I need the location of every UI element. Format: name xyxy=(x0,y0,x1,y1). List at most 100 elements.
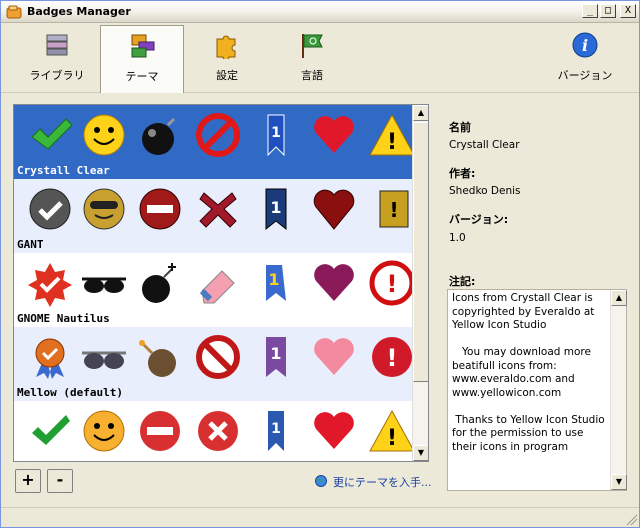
bomb-icon xyxy=(142,263,176,303)
svg-text:!: ! xyxy=(389,198,398,222)
warning-icon: ! xyxy=(369,409,415,452)
tab-theme-label: テーマ xyxy=(125,70,159,83)
globe-icon xyxy=(315,475,327,487)
theme-list[interactable]: 1 ! Crystall Clear 1 ! GANT 1 ! GNOME Na… xyxy=(13,104,429,462)
notes-box[interactable]: Icons from Crystall Clear is copyrighted… xyxy=(447,289,627,491)
heart-icon xyxy=(314,116,354,153)
theme-name: GANT xyxy=(17,238,44,251)
toolbar: ライブラリ テーマ 設定 言語 i バージョン xyxy=(1,23,639,93)
theme-name: Mellow (default) xyxy=(17,386,123,399)
tab-theme[interactable]: テーマ xyxy=(100,25,184,93)
warning-icon: ! xyxy=(369,113,415,156)
x-icon xyxy=(198,411,238,451)
theme-list-scrollbar[interactable]: ▲ ▼ xyxy=(412,105,428,461)
maximize-button[interactable]: □ xyxy=(600,4,616,18)
bomb-icon xyxy=(139,340,176,377)
app-icon xyxy=(6,5,22,19)
heart-icon xyxy=(313,189,355,230)
tab-language-label: 言語 xyxy=(301,69,323,82)
window-title: Badges Manager xyxy=(27,5,131,18)
svg-text:!: ! xyxy=(387,426,397,451)
ribbon-icon: 1 xyxy=(265,188,287,231)
info-icon: i xyxy=(572,32,598,58)
svg-text:!: ! xyxy=(387,130,397,155)
tab-settings[interactable]: 設定 xyxy=(185,25,269,91)
status-bar xyxy=(1,507,639,527)
ribbon-icon: 1 xyxy=(266,337,286,377)
theme-icon xyxy=(131,34,155,58)
minus-icon xyxy=(139,188,181,230)
warning-icon: ! xyxy=(379,190,409,228)
svg-text:1: 1 xyxy=(270,198,281,217)
check-icon xyxy=(31,118,73,150)
tab-library-label: ライブラリ xyxy=(29,69,85,82)
smiley-icon xyxy=(83,410,125,452)
theme-row-gnome-nautilus[interactable]: 1 ! GNOME Nautilus xyxy=(14,253,415,327)
ribbon-icon: 1 xyxy=(266,265,286,301)
badges-manager-window: Badges Manager _ □ X ライブラリ テーマ 設定 言語 i バ… xyxy=(0,0,640,528)
tab-language[interactable]: 言語 xyxy=(270,25,354,91)
bomb-icon xyxy=(142,117,176,155)
forbidden-icon xyxy=(196,113,240,157)
theme-name: Crystall Clear xyxy=(17,164,110,177)
add-theme-button[interactable]: + xyxy=(15,469,41,493)
check-icon xyxy=(32,415,70,445)
language-flag-icon xyxy=(302,34,323,58)
theme-name: GNOME Nautilus xyxy=(17,312,110,325)
scroll-thumb[interactable] xyxy=(413,122,428,382)
scroll-up-button[interactable]: ▲ xyxy=(413,105,428,121)
minimize-button[interactable]: _ xyxy=(582,4,598,18)
library-icon xyxy=(46,34,68,56)
x-icon xyxy=(199,192,237,228)
forbidden-icon xyxy=(196,335,240,379)
check-icon xyxy=(29,188,71,230)
name-label: 名前 xyxy=(449,121,471,134)
ribbon-icon: 1 xyxy=(267,114,285,157)
sunglasses-icon xyxy=(82,277,126,293)
theme-row-gant[interactable]: 1 ! GANT xyxy=(14,179,412,253)
eraser-icon xyxy=(199,270,235,304)
svg-text:1: 1 xyxy=(271,421,281,437)
svg-text:1: 1 xyxy=(271,125,281,141)
get-more-themes-link[interactable]: 更にテーマを入手... xyxy=(333,474,432,490)
tab-library[interactable]: ライブラリ xyxy=(15,25,99,91)
author-label: 作者: xyxy=(449,167,476,180)
notes-scroll-down-button[interactable]: ▼ xyxy=(611,474,627,490)
version-label: バージョン xyxy=(557,69,613,82)
svg-text:1: 1 xyxy=(270,344,281,363)
title-bar[interactable]: Badges Manager _ □ X xyxy=(1,1,639,23)
puzzle-settings-icon xyxy=(216,35,236,59)
version-button[interactable]: i バージョン xyxy=(543,25,627,91)
svg-text:i: i xyxy=(582,36,588,55)
author-value: Shedko Denis xyxy=(449,185,521,197)
remove-theme-button[interactable]: - xyxy=(47,469,73,493)
svg-text:1: 1 xyxy=(268,270,279,289)
tab-settings-label: 設定 xyxy=(216,69,238,82)
theme-row-5[interactable]: 1 ! xyxy=(14,401,415,461)
theme-row-crystall-clear[interactable]: 1 ! Crystall Clear xyxy=(14,105,415,179)
minus-icon xyxy=(140,411,180,451)
resize-grip[interactable] xyxy=(625,513,637,525)
notes-scroll-up-button[interactable]: ▲ xyxy=(611,290,627,306)
version-field-label: バージョン: xyxy=(449,213,509,226)
ribbon-icon: 1 xyxy=(268,411,284,451)
close-button[interactable]: X xyxy=(620,4,636,18)
heart-icon xyxy=(314,264,354,301)
heart-icon xyxy=(314,412,354,449)
svg-text:!: ! xyxy=(387,270,398,298)
sunglasses-icon xyxy=(82,351,126,369)
smiley-icon xyxy=(83,188,125,230)
name-value: Crystall Clear xyxy=(449,139,520,151)
award-icon xyxy=(35,338,65,379)
notes-scrollbar[interactable]: ▲ ▼ xyxy=(610,290,627,490)
exclamation-icon: ! xyxy=(369,260,415,306)
svg-text:!: ! xyxy=(387,344,398,372)
notes-label: 注記: xyxy=(449,275,476,288)
theme-row-mellow[interactable]: 1 ! Mellow (default) xyxy=(14,327,412,401)
scroll-down-button[interactable]: ▼ xyxy=(413,445,428,461)
exclamation-icon: ! xyxy=(372,337,412,377)
smiley-icon xyxy=(83,114,125,156)
heart-icon xyxy=(314,338,354,375)
version-value: 1.0 xyxy=(449,232,466,244)
notes-text: Icons from Crystall Clear is copyrighted… xyxy=(452,292,605,453)
